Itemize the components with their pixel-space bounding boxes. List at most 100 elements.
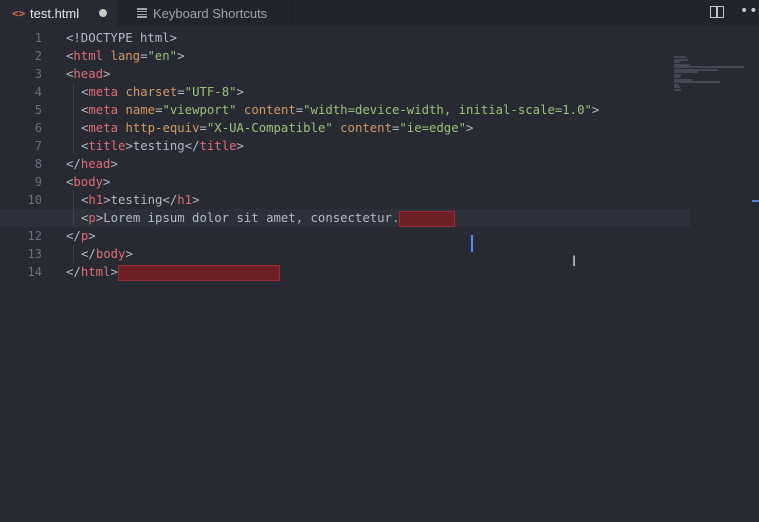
attr-name: charset <box>125 85 178 99</box>
punct: </ <box>162 193 178 207</box>
text-content: Lorem ipsum dolor sit amet, consectetur. <box>103 211 400 225</box>
text-cursor <box>471 235 473 252</box>
tag-name: html <box>80 265 111 279</box>
line-number: 1 <box>34 31 42 45</box>
text-content: testing <box>132 139 185 153</box>
code-line[interactable]: <h1>testing</h1> <box>66 191 706 209</box>
tag-name: meta <box>88 103 119 117</box>
tab-test-html[interactable]: <> test.html <box>0 0 118 26</box>
code-line[interactable]: </p> <box>66 227 706 245</box>
punct: > <box>103 67 111 81</box>
line-number: 8 <box>34 157 42 171</box>
line-number: 9 <box>34 175 42 189</box>
code-line[interactable]: <html lang="en"> <box>66 47 706 65</box>
indent-guide <box>73 83 74 101</box>
indent-guide <box>73 101 74 119</box>
split-editor-icon[interactable] <box>710 6 724 18</box>
punct: </ <box>66 265 81 279</box>
punct: > <box>125 139 133 153</box>
minimap[interactable] <box>674 56 746 91</box>
punct: </ <box>66 157 81 171</box>
indent-guide <box>73 119 74 137</box>
tag-name: meta <box>88 85 119 99</box>
code-line[interactable]: <title>testing</title> <box>66 137 706 155</box>
tag-name: title <box>88 139 126 153</box>
punct: > <box>466 121 474 135</box>
line-number-gutter: 1 2 3 4 5 6 7 8 9 10 11 12 13 14 <box>0 29 42 281</box>
punct: > <box>110 157 118 171</box>
scrollbar-cursor-marker <box>752 200 759 202</box>
error-squiggle[interactable] <box>399 210 456 227</box>
indent-guide <box>73 245 74 263</box>
line-number: 12 <box>27 229 42 243</box>
attr-name: name <box>125 103 156 117</box>
punct: > <box>125 247 133 261</box>
punct: </ <box>81 247 96 261</box>
code-line[interactable]: <meta http-equiv="X-UA-Compatible" conte… <box>66 119 706 137</box>
attr-name: lang <box>110 49 141 63</box>
indent-guide <box>73 137 74 155</box>
attr-value: "width=device-width, initial-scale=1.0" <box>303 103 592 117</box>
tag-name: html <box>73 49 104 63</box>
punct: > <box>236 85 244 99</box>
attr-value: "ie=edge" <box>399 121 467 135</box>
doctype: <!DOCTYPE html> <box>66 31 178 45</box>
code-line[interactable]: </html> <box>66 263 706 281</box>
code-line[interactable]: <head> <box>66 65 706 83</box>
line-number: 5 <box>34 103 42 117</box>
punct: </ <box>184 139 200 153</box>
attr-value: "UTF-8" <box>184 85 237 99</box>
punct: > <box>103 193 111 207</box>
tag-name: head <box>80 157 111 171</box>
html-file-icon: <> <box>12 6 26 20</box>
code-line[interactable]: <meta name="viewport" content="width=dev… <box>66 101 706 119</box>
line-number: 7 <box>34 139 42 153</box>
line-number: 4 <box>34 85 42 99</box>
code-line[interactable]: <body> <box>66 173 706 191</box>
code-editor[interactable]: 1 2 3 4 5 6 7 8 9 10 11 12 13 14 <!DOCTY… <box>0 26 759 496</box>
tab-label: Keyboard Shortcuts <box>153 5 268 21</box>
tag-name: head <box>73 67 104 81</box>
attr-name: http-equiv <box>125 121 200 135</box>
error-squiggle[interactable] <box>117 264 280 281</box>
tab-keyboard-shortcuts[interactable]: Keyboard Shortcuts <box>118 0 292 26</box>
line-number: 6 <box>34 121 42 135</box>
vertical-scrollbar[interactable] <box>752 52 759 522</box>
indent-guide <box>73 191 74 209</box>
ibeam-cursor-icon: I <box>572 254 577 270</box>
indent-guide <box>73 209 74 227</box>
line-number: 14 <box>27 265 42 279</box>
code-line[interactable]: <!DOCTYPE html> <box>66 29 706 47</box>
code-area[interactable]: <!DOCTYPE html> <html lang="en"> <head> … <box>0 29 706 281</box>
more-actions-icon[interactable]: ••• <box>740 3 759 19</box>
tag-name: h1 <box>177 193 193 207</box>
attr-name: content <box>243 103 296 117</box>
attr-value: "viewport" <box>162 103 237 117</box>
punct: > <box>110 265 118 279</box>
code-line[interactable]: </head> <box>66 155 706 173</box>
punct: > <box>192 193 200 207</box>
code-line[interactable]: <meta charset="UTF-8"> <box>66 83 706 101</box>
code-line-current[interactable]: <p>Lorem ipsum dolor sit amet, consectet… <box>0 209 690 227</box>
attr-value: "X-UA-Compatible" <box>206 121 333 135</box>
punct: > <box>591 103 600 117</box>
code-line[interactable]: </body> <box>66 245 706 263</box>
tab-bar: <> test.html Keyboard Shortcuts ••• <box>0 0 759 26</box>
attr-value: "en" <box>147 49 178 63</box>
punct: </ <box>66 229 81 243</box>
line-number: 2 <box>34 49 42 63</box>
text-content: testing <box>110 193 163 207</box>
list-icon <box>137 8 147 18</box>
punct: > <box>88 229 96 243</box>
tag-name: body <box>95 247 126 261</box>
tag-name: p <box>88 211 96 225</box>
tag-name: h1 <box>88 193 104 207</box>
line-number: 10 <box>27 193 42 207</box>
unsaved-dot-icon[interactable] <box>99 9 107 17</box>
line-number: 13 <box>27 247 42 261</box>
attr-name: content <box>340 121 392 135</box>
punct: > <box>177 49 185 63</box>
tag-name: title <box>199 139 237 153</box>
punct: > <box>236 139 244 153</box>
tab-label: test.html <box>30 5 80 21</box>
